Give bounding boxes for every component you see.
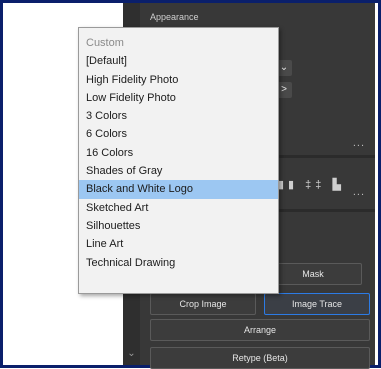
more-options-icon[interactable]: ... — [353, 137, 365, 149]
align-icons[interactable]: ▮▮ ‡‡ ▙ — [278, 178, 345, 191]
menu-item-3-colors[interactable]: 3 Colors — [79, 107, 278, 125]
menu-item-custom[interactable]: Custom — [79, 34, 278, 52]
menu-item-default[interactable]: [Default] — [79, 52, 278, 70]
image-trace-preset-dropdown[interactable]: Custom [Default] High Fidelity Photo Low… — [78, 27, 279, 294]
image-trace-button[interactable]: Image Trace — [264, 293, 370, 315]
menu-item-silhouettes[interactable]: Silhouettes — [79, 217, 278, 235]
align-more-options-icon[interactable]: ... — [353, 186, 365, 198]
menu-item-high-fidelity-photo[interactable]: High Fidelity Photo — [79, 71, 278, 89]
menu-item-line-art[interactable]: Line Art — [79, 235, 278, 253]
menu-item-technical-drawing[interactable]: Technical Drawing — [79, 254, 278, 272]
menu-item-black-and-white-logo[interactable]: Black and White Logo — [79, 180, 278, 199]
menu-item-shades-of-gray[interactable]: Shades of Gray — [79, 162, 278, 180]
menu-item-sketched-art[interactable]: Sketched Art — [79, 199, 278, 217]
menu-item-6-colors[interactable]: 6 Colors — [79, 125, 278, 143]
menu-item-low-fidelity-photo[interactable]: Low Fidelity Photo — [79, 89, 278, 107]
crop-image-button[interactable]: Crop Image — [150, 293, 256, 315]
preset-menu: Custom [Default] High Fidelity Photo Low… — [79, 28, 278, 272]
retype-beta-button[interactable]: Retype (Beta) — [150, 347, 370, 369]
appearance-section-title: Appearance — [150, 12, 199, 22]
menu-item-16-colors[interactable]: 16 Colors — [79, 144, 278, 162]
arrange-button[interactable]: Arrange — [150, 319, 370, 341]
scroll-down-chevron-icon[interactable]: ⌄ — [123, 348, 140, 359]
